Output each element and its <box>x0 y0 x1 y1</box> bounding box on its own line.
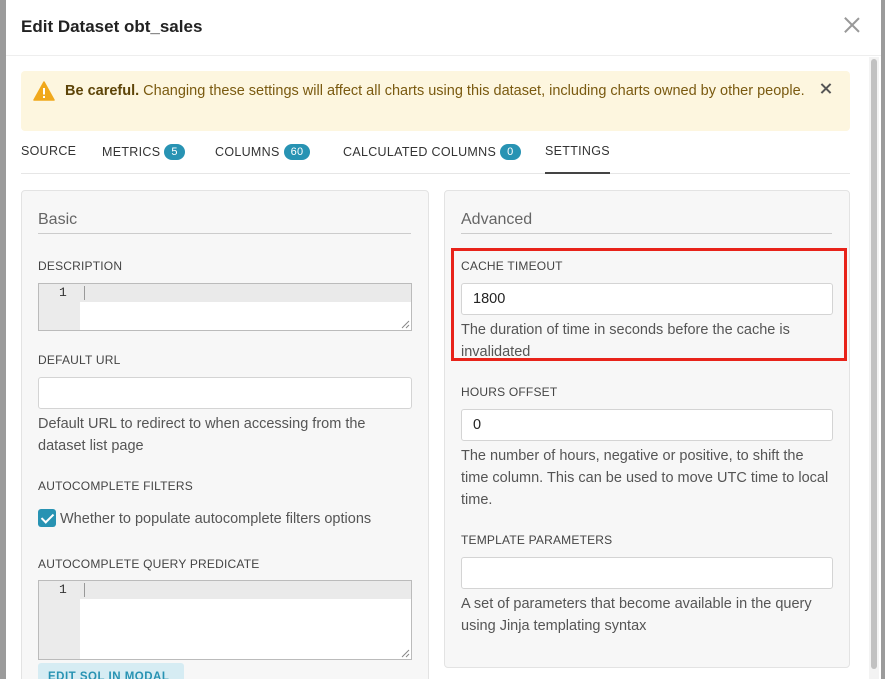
hours-offset-label: HOURS OFFSET <box>461 385 558 399</box>
tab-source[interactable]: SOURCE <box>21 144 76 174</box>
cache-timeout-highlight <box>451 248 847 361</box>
alert-message: Be careful. Changing these settings will… <box>65 80 805 102</box>
basic-title: Basic <box>38 211 78 228</box>
tab-label: CALCULATED COLUMNS <box>343 145 497 159</box>
alert-strong: Be careful. <box>65 83 140 99</box>
predicate-editor[interactable]: 1 <box>38 580 412 660</box>
autocomplete-filters-label: AUTOCOMPLETE FILTERS <box>38 479 193 493</box>
modal-header: Edit Dataset obt_sales <box>6 0 881 56</box>
dataset-tabs: SOURCE METRICS 5 COLUMNS 60 CALCULATED COL… <box>21 140 850 174</box>
warning-icon <box>33 81 55 101</box>
divider <box>461 233 832 234</box>
warning-alert: Be careful. Changing these settings will… <box>21 71 850 131</box>
template-params-label: TEMPLATE PARAMETERS <box>461 533 613 547</box>
active-line <box>39 284 411 302</box>
line-number: 1 <box>59 285 67 300</box>
line-number: 1 <box>59 582 67 597</box>
tab-label: SOURCE <box>21 144 77 158</box>
description-label: DESCRIPTION <box>38 259 123 273</box>
count-badge: 60 <box>283 144 311 160</box>
advanced-title: Advanced <box>461 211 533 228</box>
active-line <box>39 581 411 599</box>
alert-close-icon[interactable] <box>820 83 832 95</box>
resize-grip-icon[interactable] <box>401 320 410 329</box>
edit-dataset-modal: Edit Dataset obt_sales Be careful. Chang… <box>6 0 881 679</box>
description-editor[interactable]: 1 <box>38 283 412 331</box>
template-params-help: A set of parameters that become availabl… <box>461 596 812 634</box>
modal-scrollbar[interactable] <box>869 57 879 679</box>
text-cursor <box>84 583 85 597</box>
tab-calculated-columns[interactable]: CALCULATED COLUMNS 0 <box>343 144 521 174</box>
tab-metrics[interactable]: METRICS 5 <box>102 144 185 174</box>
text-cursor <box>84 286 85 300</box>
count-badge: 5 <box>164 144 185 160</box>
tab-columns[interactable]: COLUMNS 60 <box>215 144 311 174</box>
autocomplete-checkbox-label: Whether to populate autocomplete filters… <box>60 511 372 527</box>
resize-grip-icon[interactable] <box>401 649 410 658</box>
modal-title: Edit Dataset obt_sales <box>21 17 203 36</box>
default-url-input[interactable] <box>38 377 412 409</box>
default-url-label: DEFAULT URL <box>38 353 121 367</box>
edit-sql-button[interactable]: EDIT SQL IN MODAL <box>38 663 184 679</box>
hours-offset-help: The number of hours, negative or positiv… <box>461 448 829 508</box>
close-icon[interactable] <box>843 16 861 34</box>
scrollbar-thumb[interactable] <box>871 59 877 669</box>
tab-label: COLUMNS <box>215 145 280 159</box>
predicate-label: AUTOCOMPLETE QUERY PREDICATE <box>38 557 260 571</box>
basic-panel: Basic DESCRIPTION 1 DEFAULT URL Default … <box>21 190 429 679</box>
template-params-input[interactable] <box>461 557 833 589</box>
default-url-help: Default URL to redirect to when accessin… <box>38 416 366 454</box>
alert-body: Changing these settings will affect all … <box>139 83 805 99</box>
tab-label: METRICS <box>102 145 161 159</box>
tab-settings[interactable]: SETTINGS <box>545 144 610 174</box>
count-badge: 0 <box>500 144 521 160</box>
backdrop-right <box>881 0 885 679</box>
tab-label: SETTINGS <box>545 144 610 158</box>
autocomplete-checkbox[interactable] <box>38 509 56 527</box>
hours-offset-input[interactable]: 0 <box>461 409 833 441</box>
divider <box>38 233 411 234</box>
